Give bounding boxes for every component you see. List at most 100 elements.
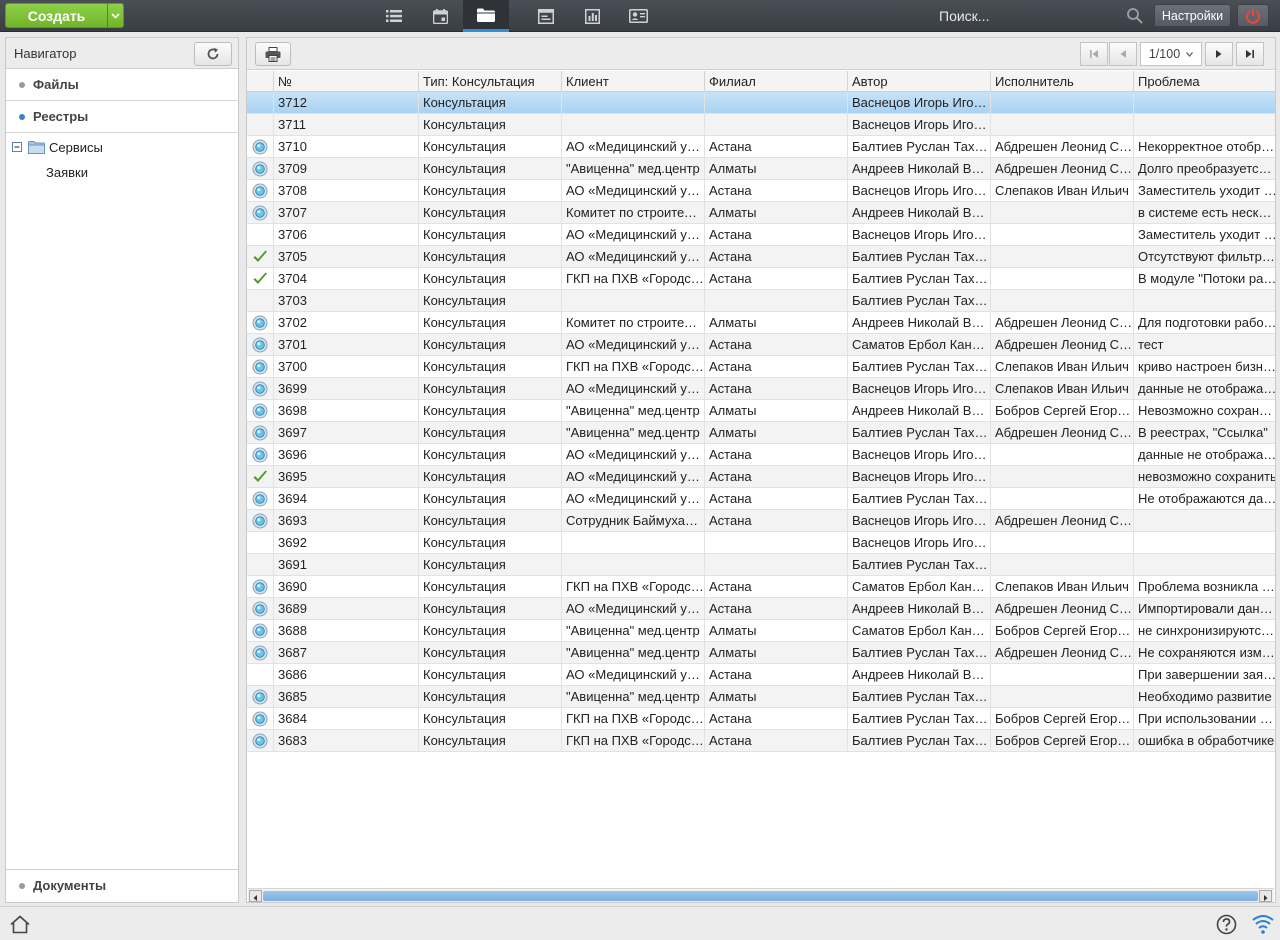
- table-row[interactable]: 3691Консультация Балтиев Руслан Тахирович: [247, 554, 1275, 576]
- column-header-branch[interactable]: Филиал: [705, 71, 848, 92]
- search-icon[interactable]: [1126, 7, 1144, 25]
- cell-client: ГКП на ПХВ «Городская больница»: [562, 708, 705, 730]
- table-row[interactable]: 3703Консультация Балтиев Руслан Тахирович: [247, 290, 1275, 312]
- cell-type: Консультация: [419, 730, 562, 752]
- table-row[interactable]: 3697 Консультация "Авиценна" мед.центр Алма…: [247, 422, 1275, 444]
- column-header-client[interactable]: Клиент: [562, 71, 705, 92]
- table-row[interactable]: 3709 Консультация "Авиценна" мед.центр Алма…: [247, 158, 1275, 180]
- cell-type: Консультация: [419, 620, 562, 642]
- table-row[interactable]: 3707КонсультацияКомитет по строительству…: [247, 202, 1275, 224]
- table-row[interactable]: 3693 Консультация Сотрудник Баймуханов Аста…: [247, 510, 1275, 532]
- cell-author: Васнецов Игорь Игоревич: [848, 180, 991, 202]
- list-view-button[interactable]: [371, 0, 417, 32]
- create-dropdown-button[interactable]: [107, 3, 124, 28]
- table-row[interactable]: 3694КонсультацияАО «Медицинский универси…: [247, 488, 1275, 510]
- table-row[interactable]: 3706КонсультацияАО «Медицинский универси…: [247, 224, 1275, 246]
- nav-section-label: Реестры: [33, 109, 89, 124]
- table-row[interactable]: 3701КонсультацияАО «Медицинский универси…: [247, 334, 1275, 356]
- refresh-button[interactable]: [194, 42, 232, 66]
- table-row[interactable]: 3695КонсультацияАО «Медицинский универси…: [247, 466, 1275, 488]
- scrollbar-thumb[interactable]: [263, 891, 1258, 901]
- cell-number: 3710: [274, 136, 419, 158]
- table-row[interactable]: 3702КонсультацияКомитет по строительству…: [247, 312, 1275, 334]
- cell-type: Консультация: [419, 576, 562, 598]
- horizontal-scrollbar[interactable]: [248, 888, 1274, 902]
- cell-author: Васнецов Игорь Игоревич: [848, 92, 991, 114]
- cell-client: "Авиценна" мед.центр: [562, 400, 705, 422]
- column-header-executor[interactable]: Исполнитель: [991, 71, 1134, 92]
- reports-button[interactable]: [569, 0, 615, 32]
- scroll-right-button[interactable]: [1259, 890, 1272, 902]
- cell-branch: Астана: [705, 488, 848, 510]
- cell-problem: Долго преобразуется документ: [1138, 161, 1275, 176]
- nav-section-files[interactable]: Файлы: [6, 69, 238, 101]
- logout-button[interactable]: [1237, 4, 1269, 27]
- table-row[interactable]: 3700КонсультацияГКП на ПХВ «Городская бо…: [247, 356, 1275, 378]
- table-row[interactable]: 3704КонсультацияГКП на ПХВ «Городская бо…: [247, 268, 1275, 290]
- cell-client: АО «Медицинский университет Астана»: [562, 598, 705, 620]
- cell-type: Консультация: [419, 202, 562, 224]
- cell-executor: Абдрешен Леонид Сергеевич: [991, 642, 1134, 664]
- table-row[interactable]: 3692Консультация Васнецов Игорь Игоревич: [247, 532, 1275, 554]
- settings-button[interactable]: Настройки: [1154, 4, 1231, 27]
- help-icon[interactable]: [1216, 914, 1237, 935]
- cell-number: 3701: [274, 334, 419, 356]
- contacts-button[interactable]: [615, 0, 661, 32]
- cell-problem: тест: [1138, 337, 1164, 352]
- table-row[interactable]: 3708КонсультацияАО «Медицинский универси…: [247, 180, 1275, 202]
- column-header-status[interactable]: [247, 71, 274, 92]
- table-row[interactable]: 3690КонсультацияГКП на ПХВ «Городская бо…: [247, 576, 1275, 598]
- scroll-left-button[interactable]: [249, 890, 262, 902]
- table-row[interactable]: 3689КонсультацияАО «Медицинский универси…: [247, 598, 1275, 620]
- column-header-number[interactable]: №: [274, 71, 419, 92]
- folder-button[interactable]: [463, 0, 509, 32]
- first-page-button[interactable]: [1080, 42, 1108, 66]
- next-page-button[interactable]: [1205, 42, 1233, 66]
- table-row[interactable]: 3705КонсультацияАО «Медицинский универси…: [247, 246, 1275, 268]
- cell-status: [247, 598, 274, 620]
- cell-status: [247, 400, 274, 422]
- table-row[interactable]: 3696КонсультацияАО «Медицинский универси…: [247, 444, 1275, 466]
- collapse-icon[interactable]: [12, 142, 22, 152]
- bullet-icon: [19, 883, 25, 889]
- next-page-icon: [1216, 50, 1222, 58]
- table-row[interactable]: 3712Консультация Васнецов Игорь Игоревич: [247, 92, 1275, 114]
- nav-section-documents[interactable]: Документы: [6, 869, 238, 902]
- print-button[interactable]: [255, 42, 291, 66]
- table-row[interactable]: 3698 Консультация "Авиценна" мед.центр Алма…: [247, 400, 1275, 422]
- cell-status: [247, 290, 274, 312]
- table-row[interactable]: 3683КонсультацияГКП на ПХВ «Городская бо…: [247, 730, 1275, 752]
- window-button[interactable]: [523, 0, 569, 32]
- contact-card-icon: [628, 9, 648, 23]
- table-row[interactable]: 3687 Консультация "Авиценна" мед.центр Алма…: [247, 642, 1275, 664]
- table-row[interactable]: 3699КонсультацияАО «Медицинский универси…: [247, 378, 1275, 400]
- table-row[interactable]: 3688 Консультация "Авиценна" мед.центр Алма…: [247, 620, 1275, 642]
- table-row[interactable]: 3685 Консультация "Авиценна" мед.центр Алма…: [247, 686, 1275, 708]
- tree-item-services[interactable]: Сервисы: [12, 137, 103, 157]
- cell-problem: Не отображаются данные: [1138, 491, 1275, 506]
- prev-page-button[interactable]: [1109, 42, 1137, 66]
- nav-section-registries[interactable]: Реестры: [6, 101, 238, 133]
- table-row[interactable]: 3711Консультация Васнецов Игорь Игоревич: [247, 114, 1275, 136]
- table-row[interactable]: 3684КонсультацияГКП на ПХВ «Городская бо…: [247, 708, 1275, 730]
- cell-branch: Астана: [705, 598, 848, 620]
- column-header-type[interactable]: Тип: Консультация: [419, 71, 562, 92]
- cell-problem: Не сохраняются изменения: [1138, 645, 1276, 660]
- table-row[interactable]: 3710КонсультацияАО «Медицинский универси…: [247, 136, 1275, 158]
- tree-item-requests[interactable]: Заявки: [46, 162, 88, 182]
- cell-number: 3698: [274, 400, 419, 422]
- search-input[interactable]: Поиск...: [939, 8, 989, 24]
- home-icon[interactable]: [9, 915, 31, 934]
- last-page-button[interactable]: [1236, 42, 1264, 66]
- cell-problem: Невозможно сохранить: [1138, 403, 1276, 418]
- calendar-button[interactable]: [417, 0, 463, 32]
- cell-problem: [1134, 510, 1275, 532]
- table-row[interactable]: 3686КонсультацияАО «Медицинский универси…: [247, 664, 1275, 686]
- cell-client: АО «Медицинский университет Астана»: [562, 378, 705, 400]
- cell-problem: Заместитель уходит в отпуск: [1138, 227, 1275, 242]
- page-select[interactable]: 1/100: [1140, 42, 1202, 66]
- column-header-problem[interactable]: Проблема: [1134, 71, 1275, 92]
- create-button[interactable]: Создать: [5, 3, 108, 28]
- column-header-author[interactable]: Автор: [848, 71, 991, 92]
- cell-number: 3683: [274, 730, 419, 752]
